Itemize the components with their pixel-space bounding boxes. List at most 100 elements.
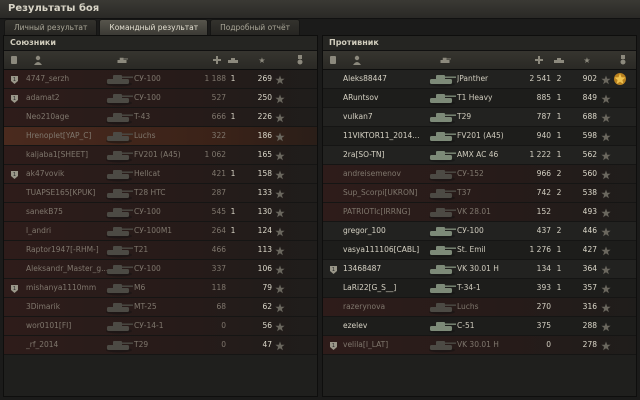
damage-value: 421	[211, 169, 226, 178]
xp-star-icon	[601, 245, 611, 256]
player-row[interactable]: ezelev C-51 375 288	[323, 317, 636, 336]
xp-value: 562	[582, 150, 597, 159]
player-row[interactable]: 2ra[SO-TN] AMX AC 46 1 222 1 562	[323, 146, 636, 165]
xp-value: 226	[257, 112, 272, 121]
damage-value: 264	[211, 226, 226, 235]
player-row[interactable]: 1 velila[I_LAT] VK 30.01 H 0 278	[323, 336, 636, 355]
player-row[interactable]: 1 4747_serzh СУ-100 1 188 1 269	[4, 70, 317, 89]
damage-value: 2 541	[529, 74, 551, 83]
player-column-icon[interactable]	[351, 54, 363, 66]
vehicle-name: СУ-100	[134, 74, 161, 83]
vehicle-column-icon[interactable]	[439, 54, 451, 66]
player-row[interactable]: l_andri СУ-100М1 264 1 124	[4, 222, 317, 241]
xp-star-icon	[601, 321, 611, 332]
frags-column-icon[interactable]	[553, 54, 565, 66]
player-name[interactable]: Sup_Scorpi[UKRON]	[343, 184, 433, 202]
player-row[interactable]: 1 mishanya1110mm M6 118 79	[4, 279, 317, 298]
vehicle-name: M6	[134, 283, 146, 292]
vehicle-name: T29	[457, 112, 472, 121]
platoon-icon: 1	[10, 93, 19, 103]
player-name[interactable]: ezelev	[343, 317, 433, 335]
player-row[interactable]: TUAPSE165[KPUK] T28 HTC 287 133	[4, 184, 317, 203]
player-row[interactable]: 11VIKTOR11_2014... FV201 (A45) 940 1 598	[323, 127, 636, 146]
damage-column-icon[interactable]	[533, 54, 545, 66]
xp-star-icon	[275, 302, 285, 313]
xp-column-icon[interactable]: ★	[581, 54, 593, 66]
tank-icon	[104, 147, 134, 163]
vehicle-name: СУ-152	[457, 169, 484, 178]
player-name[interactable]: vasya111106[CABL]	[343, 241, 433, 259]
player-row[interactable]: PATRIOTIc[IRRNG] VK 28.01 152 493	[323, 203, 636, 222]
player-name[interactable]: 13468487	[343, 260, 433, 278]
player-row[interactable]: razerynova Luchs 270 316	[323, 298, 636, 317]
player-name[interactable]: LaRi22[G_S__]	[343, 279, 433, 297]
xp-star-icon	[275, 74, 285, 85]
damage-column-icon[interactable]	[211, 54, 223, 66]
player-row[interactable]: wor0101[FI] СУ-14-1 0 56	[4, 317, 317, 336]
platoon-column-icon[interactable]	[327, 54, 339, 66]
player-row[interactable]: 1 adamat2 СУ-100 527 250	[4, 89, 317, 108]
vehicle-column-icon[interactable]	[116, 54, 128, 66]
medal-icon[interactable]	[613, 72, 627, 86]
player-row[interactable]: vasya111106[CABL] St. Emil 1 276 1 427	[323, 241, 636, 260]
player-row[interactable]: kaljaba1[SHEET] FV201 (A45) 1 062 165	[4, 146, 317, 165]
player-row[interactable]: Aleksandr_Master_g... СУ-100 337 106	[4, 260, 317, 279]
xp-value: 47	[262, 340, 272, 349]
player-name[interactable]: andreisemenov	[343, 165, 433, 183]
enemies-panel: Противник ★ Aleks88447 JPanther 2 541 2 902 A…	[322, 35, 637, 397]
svg-text:1: 1	[13, 77, 16, 83]
player-row[interactable]: _rf_2014 T29 0 47	[4, 336, 317, 355]
player-row[interactable]: sanekB75 СУ-100 545 1 130	[4, 203, 317, 222]
tab-personal[interactable]: Личный результат	[4, 19, 98, 35]
player-row[interactable]: Aleks88447 JPanther 2 541 2 902	[323, 70, 636, 89]
player-row[interactable]: 1 13468487 VK 30.01 H 134 1 364	[323, 260, 636, 279]
achievements-column-icon[interactable]	[617, 54, 629, 66]
player-name[interactable]: razerynova	[343, 298, 433, 316]
player-row[interactable]: Raptor1947[-RHM-] T21 466 113	[4, 241, 317, 260]
player-row[interactable]: 1 ak47vovik Hellcat 421 1 158	[4, 165, 317, 184]
player-row[interactable]: LaRi22[G_S__] T-34-1 393 1 357	[323, 279, 636, 298]
xp-column-icon[interactable]: ★	[256, 54, 268, 66]
tank-icon	[104, 71, 134, 87]
tank-icon	[427, 109, 457, 125]
svg-text:1: 1	[13, 96, 16, 102]
xp-value: 598	[582, 131, 597, 140]
allies-title: Союзники	[4, 36, 317, 51]
vehicle-name: Hellcat	[134, 169, 161, 178]
player-row[interactable]: ARuntsov T1 Heavy 885 1 849	[323, 89, 636, 108]
player-row[interactable]: andreisemenov СУ-152 966 2 560	[323, 165, 636, 184]
xp-value: 269	[257, 74, 272, 83]
xp-value: 79	[262, 283, 272, 292]
player-row[interactable]: gregor_100 СУ-100 437 2 446	[323, 222, 636, 241]
tank-icon	[427, 318, 457, 334]
damage-value: 742	[536, 188, 551, 197]
player-column-icon[interactable]	[32, 54, 44, 66]
player-row[interactable]: Neo210age T-43 666 1 226	[4, 108, 317, 127]
enemies-list: Aleks88447 JPanther 2 541 2 902 ARuntsov T1 He…	[323, 70, 636, 355]
xp-star-icon	[275, 131, 285, 142]
damage-value: 527	[211, 93, 226, 102]
platoon-column-icon[interactable]	[8, 54, 20, 66]
tab-bar: Личный результат Командный результат Под…	[4, 19, 300, 35]
player-row[interactable]: vulkan7 T29 787 1 688	[323, 108, 636, 127]
player-name[interactable]: PATRIOTIc[IRRNG]	[343, 203, 433, 221]
tab-team[interactable]: Командный результат	[99, 19, 209, 35]
player-name[interactable]: velila[I_LAT]	[343, 336, 433, 354]
player-name[interactable]: ARuntsov	[343, 89, 433, 107]
player-name[interactable]: vulkan7	[343, 108, 433, 126]
player-name[interactable]: 2ra[SO-TN]	[343, 146, 433, 164]
damage-value: 787	[536, 112, 551, 121]
damage-value: 1 222	[529, 150, 551, 159]
player-row[interactable]: Sup_Scorpi[UKRON] T37 742 2 538	[323, 184, 636, 203]
tank-icon	[427, 299, 457, 315]
xp-value: 186	[257, 131, 272, 140]
player-row[interactable]: Hrenoplet[YAP_C] Luchs 322 186	[4, 127, 317, 146]
player-name[interactable]: 11VIKTOR11_2014...	[343, 127, 433, 145]
vehicle-name: СУ-100	[134, 93, 161, 102]
tab-detailed[interactable]: Подробный отчёт	[210, 19, 300, 35]
player-name[interactable]: Aleks88447	[343, 70, 433, 88]
player-name[interactable]: gregor_100	[343, 222, 433, 240]
achievements-column-icon[interactable]	[294, 54, 306, 66]
frags-column-icon[interactable]	[227, 54, 239, 66]
player-row[interactable]: 3Dimarik MT-25 68 62	[4, 298, 317, 317]
